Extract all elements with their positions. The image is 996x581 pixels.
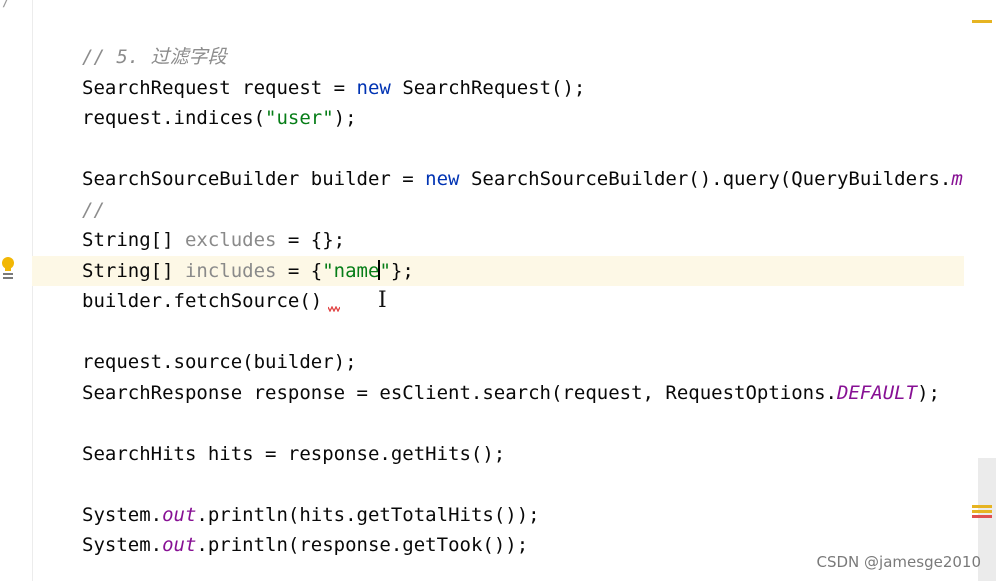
warning-mark[interactable] (972, 510, 992, 513)
code-token: = {}; (276, 229, 346, 251)
code-token: " (379, 259, 391, 282)
code-token: ); (917, 381, 940, 404)
code-token: SearchRequest(); (390, 76, 586, 99)
code-token: = { (276, 259, 323, 282)
code-token: new (356, 76, 391, 99)
code-token: SearchSourceBuilder().query(QueryBuilder… (459, 168, 952, 190)
code-token: DEFAULT (836, 381, 918, 404)
fold-arrow-icon[interactable]: / (2, 0, 10, 10)
code-token: .println(response.getTook()); (196, 534, 529, 556)
code-token: SearchSourceBuilder builder = (82, 168, 426, 190)
editor-gutter: / (0, 0, 33, 581)
code-line[interactable]: String[] excludes = {}; (32, 225, 964, 255)
lightbulb-icon[interactable] (0, 256, 16, 282)
warning-mark[interactable] (972, 20, 992, 23)
code-token: excludes (184, 229, 277, 251)
code-token: request.indices( (82, 107, 266, 129)
editor-scrollbar[interactable] (964, 0, 996, 581)
code-token: out (162, 534, 197, 556)
code-token: // (82, 198, 105, 221)
code-line[interactable]: SearchResponse response = esClient.searc… (32, 378, 964, 408)
mouse-ibeam-cursor-icon: I (378, 288, 387, 313)
code-token: String[] (82, 229, 185, 251)
code-line-current[interactable]: String[] includes = {"name"}; (32, 255, 964, 286)
code-line[interactable]: SearchHits hits = response.getHits(); (32, 439, 964, 469)
code-line[interactable]: // (32, 195, 964, 225)
code-line[interactable]: // 5. 过滤字段 (32, 42, 964, 72)
code-token: System. (82, 503, 163, 526)
code-token: String[] (82, 259, 185, 282)
error-mark[interactable] (972, 515, 992, 518)
code-editor[interactable]: // 5. 过滤字段 SearchRequest request = new Se… (32, 0, 964, 581)
code-token: request.source(builder); (82, 351, 357, 373)
code-line[interactable]: request.indices("user"); (32, 103, 964, 133)
code-token: System. (82, 534, 163, 556)
code-token: // 5. 过滤字段 (82, 46, 227, 68)
code-line[interactable]: SearchSourceBuilder builder = new Search… (32, 164, 964, 194)
code-line[interactable]: SearchRequest request = new SearchReques… (32, 73, 964, 103)
code-token: }; (390, 259, 414, 282)
code-line[interactable] (32, 317, 964, 347)
code-token: mo (951, 168, 964, 190)
code-token: new (425, 168, 460, 190)
code-token: ); (333, 107, 357, 129)
code-line[interactable] (32, 408, 964, 438)
code-token: SearchHits hits = response.getHits(); (82, 442, 506, 465)
code-line[interactable]: builder.fetchSource() (32, 286, 964, 316)
code-line[interactable] (32, 134, 964, 164)
code-line[interactable] (32, 469, 964, 499)
code-line[interactable]: request.source(builder); (32, 347, 964, 377)
code-token: SearchRequest request = (82, 76, 357, 99)
code-token: out (162, 503, 197, 526)
watermark: CSDN @jamesge2010 (816, 553, 981, 571)
code-token: SearchResponse response = esClient.searc… (82, 381, 837, 404)
code-token: builder.fetchSource() (82, 290, 323, 312)
code-token: "user" (265, 107, 334, 129)
code-line[interactable]: System.out.println(hits.getTotalHits()); (32, 500, 964, 530)
code-token: "name (322, 259, 380, 282)
code-token: .println(hits.getTotalHits()); (196, 503, 540, 526)
error-squiggle (328, 306, 340, 312)
code-token: includes (184, 259, 277, 282)
warning-mark[interactable] (972, 505, 992, 508)
